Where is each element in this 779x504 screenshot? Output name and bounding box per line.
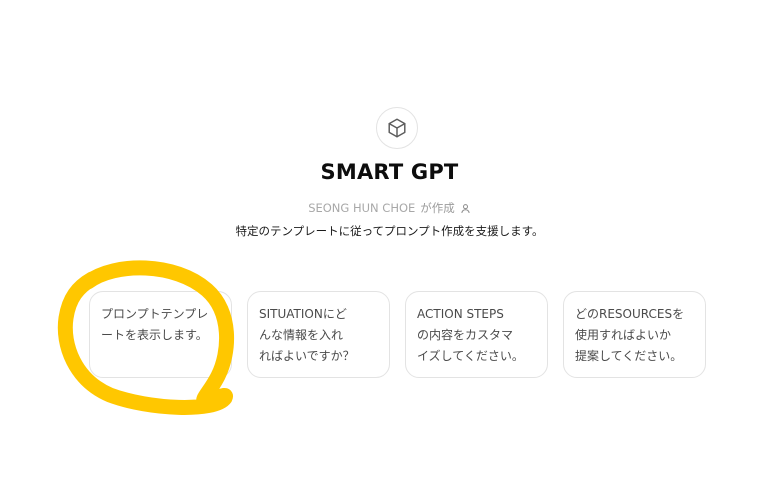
gpt-avatar — [376, 107, 418, 149]
gpt-title: SMART GPT — [320, 160, 459, 184]
starter-card-situation[interactable]: SITUATIONにど んな情報を入れ ればよいですか？ — [247, 291, 390, 378]
person-icon — [461, 203, 470, 213]
gpt-intro-page: SMART GPT SEONG HUN CHOE が作成 特定のテンプレートに従… — [0, 0, 779, 504]
conversation-starters: プロンプトテンプレ ートを表示します。 SITUATIONにど んな情報を入れ … — [89, 291, 706, 378]
cube-icon — [388, 118, 406, 138]
author-name[interactable]: SEONG HUN CHOE — [308, 201, 415, 215]
starter-card-resources[interactable]: どのRESOURCESを 使用すればよいか 提案してください。 — [563, 291, 706, 378]
starter-card-action-steps[interactable]: ACTION STEPS の内容をカスタマ イズしてください。 — [405, 291, 548, 378]
author-suffix: が作成 — [420, 201, 455, 215]
author-line: SEONG HUN CHOE が作成 — [0, 200, 779, 216]
starter-card-show-template[interactable]: プロンプトテンプレ ートを表示します。 — [89, 291, 232, 378]
gpt-description: 特定のテンプレートに従ってプロンプト作成を支援します。 — [235, 224, 544, 238]
highlight-annotation-circle — [57, 260, 235, 415]
